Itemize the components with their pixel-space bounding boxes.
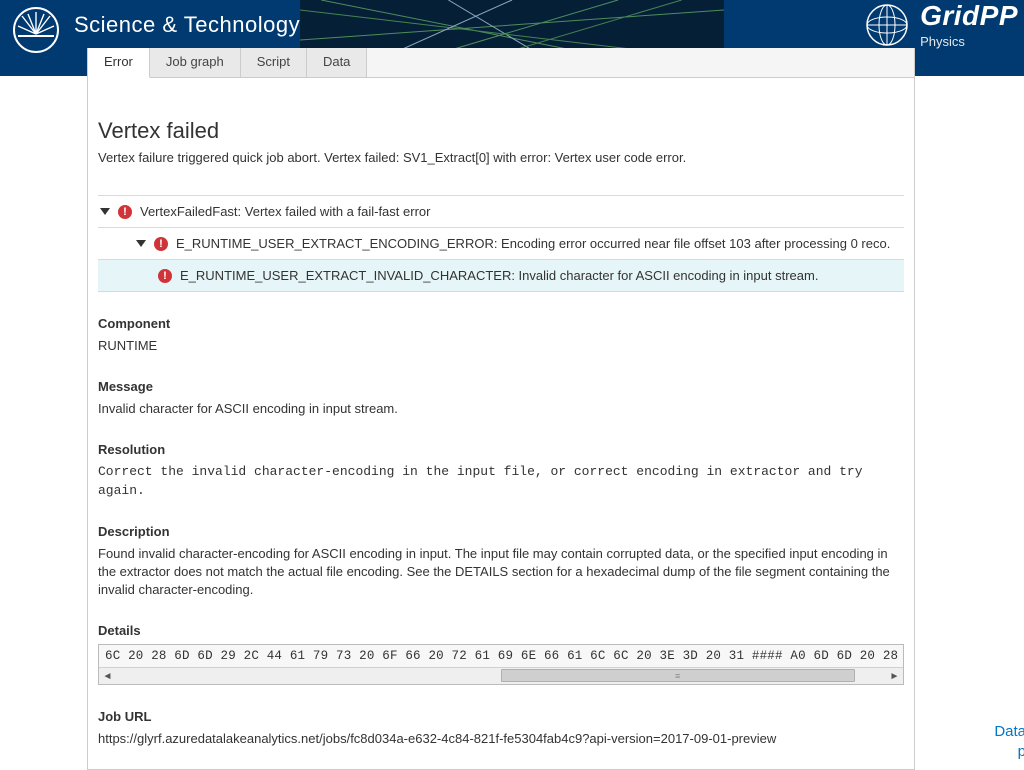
section-description: Description Found invalid character-enco… (98, 524, 904, 600)
horizontal-scrollbar[interactable]: ◄ ≡ ► (99, 667, 903, 684)
error-panel: Error Job graph Script Data Vertex faile… (87, 48, 915, 770)
error-icon: ! (154, 237, 168, 251)
error-icon: ! (158, 269, 172, 283)
section-job-url: Job URL https://glyrf.azuredatalakeanaly… (98, 709, 904, 748)
scrollbar-thumb[interactable]: ≡ (501, 669, 855, 682)
section-body: RUNTIME (98, 337, 904, 355)
section-title: Resolution (98, 442, 904, 457)
scroll-left-arrow-icon[interactable]: ◄ (99, 668, 116, 684)
tab-error[interactable]: Error (88, 48, 150, 78)
hex-dump-line: 6C 20 28 6D 6D 29 2C 44 61 79 73 20 6F 6… (99, 645, 903, 667)
tab-job-graph[interactable]: Job graph (150, 48, 241, 77)
tab-data[interactable]: Data (307, 48, 367, 77)
page-title: Vertex failed (98, 118, 904, 144)
error-icon: ! (118, 205, 132, 219)
error-tree-row-selected[interactable]: ! E_RUNTIME_USER_EXTRACT_INVALID_CHARACT… (98, 260, 904, 291)
caret-down-icon[interactable] (136, 240, 146, 247)
tab-script[interactable]: Script (241, 48, 307, 77)
page-subtitle: Vertex failure triggered quick job abort… (98, 150, 904, 165)
tab-bar: Error Job graph Script Data (88, 48, 914, 78)
hex-dump-box: 6C 20 28 6D 6D 29 2C 44 61 79 73 20 6F 6… (98, 644, 904, 685)
section-body: Found invalid character-encoding for ASC… (98, 545, 904, 600)
section-details: Details 6C 20 28 6D 6D 29 2C 44 61 79 73… (98, 623, 904, 685)
job-url-value: https://glyrf.azuredatalakeanalytics.net… (98, 730, 904, 748)
section-component: Component RUNTIME (98, 316, 904, 355)
banner-left-title: Science & Technology (74, 12, 300, 38)
section-body: Invalid character for ASCII encoding in … (98, 400, 904, 418)
grid-logo-icon (864, 2, 910, 48)
error-tree-label: E_RUNTIME_USER_EXTRACT_INVALID_CHARACTER… (180, 268, 902, 283)
divider (98, 291, 904, 292)
sun-logo-icon (12, 6, 60, 54)
scrollbar-track[interactable]: ≡ (116, 668, 886, 684)
banner-right: GridPP Physics (864, 2, 1018, 49)
section-resolution: Resolution Correct the invalid character… (98, 442, 904, 499)
error-tree-label: VertexFailedFast: Vertex failed with a f… (140, 204, 902, 219)
section-title: Component (98, 316, 904, 331)
section-title: Message (98, 379, 904, 394)
side-peek-link[interactable]: Data p (994, 722, 1024, 761)
banner-right-title: GridPP (920, 2, 1018, 30)
section-title: Details (98, 623, 904, 638)
section-title: Description (98, 524, 904, 539)
scroll-right-arrow-icon[interactable]: ► (886, 668, 903, 684)
error-tree-label: E_RUNTIME_USER_EXTRACT_ENCODING_ERROR: E… (176, 236, 902, 251)
section-title: Job URL (98, 709, 904, 724)
banner-right-sub: Physics (920, 34, 1018, 49)
error-tree-row[interactable]: ! VertexFailedFast: Vertex failed with a… (98, 196, 904, 227)
section-body: Correct the invalid character-encoding i… (98, 463, 904, 499)
error-tree-row[interactable]: ! E_RUNTIME_USER_EXTRACT_ENCODING_ERROR:… (98, 228, 904, 259)
caret-down-icon[interactable] (100, 208, 110, 215)
section-message: Message Invalid character for ASCII enco… (98, 379, 904, 418)
